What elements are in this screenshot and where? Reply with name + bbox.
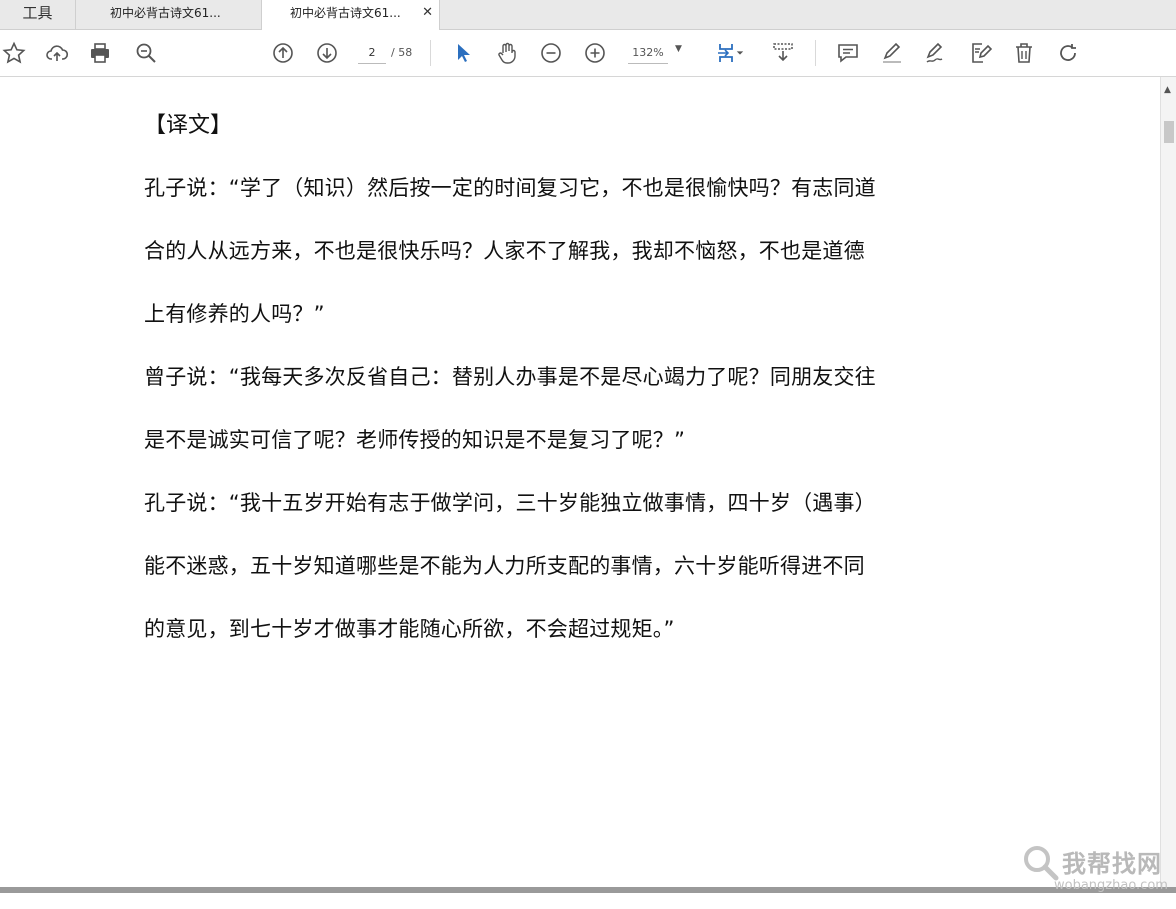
page-number-input[interactable]: 2 (358, 43, 386, 64)
close-tab-icon[interactable]: ✕ (422, 0, 433, 26)
edit-document-icon[interactable] (966, 39, 994, 67)
text-line: 合的人从远方来，不也是很快乐吗？人家不了解我，我却不恼怒，不也是道德 (144, 239, 865, 263)
zoom-in-icon[interactable] (581, 39, 609, 67)
tab-document-2-active[interactable]: 初中必背古诗文61... ✕ (262, 0, 440, 30)
watermark-url: wobangzhao.com (1054, 878, 1168, 893)
toolbar-divider (430, 40, 431, 66)
page-down-icon[interactable] (313, 39, 341, 67)
tab-bar: 工具 初中必背古诗文61... 初中必背古诗文61... ✕ (0, 0, 1176, 30)
zoom-out-icon[interactable] (537, 39, 565, 67)
tab-tools[interactable]: 工具 (0, 0, 76, 29)
text-line: 能不迷惑，五十岁知道哪些是不能为人力所支配的事情，六十岁能听得进不同 (144, 554, 865, 578)
text-line: 曾子说：“我每天多次反省自己：替别人办事是不是尽心竭力了呢？同朋友交往 (144, 365, 876, 389)
scroll-up-arrow-icon[interactable]: ▲ (1164, 85, 1171, 95)
text-line: 孔子说：“我十五岁开始有志于做学问，三十岁能独立做事情，四十岁（遇事） (144, 491, 876, 515)
comment-icon[interactable] (834, 39, 862, 67)
rotate-icon[interactable] (1054, 39, 1082, 67)
delete-icon[interactable] (1010, 39, 1038, 67)
section-heading: 【译文】 (144, 113, 233, 138)
print-icon[interactable] (86, 39, 114, 67)
text-line: 上有修养的人吗？” (144, 302, 325, 326)
vertical-scrollbar[interactable]: ▲ (1160, 77, 1176, 887)
magnifier-icon (1024, 846, 1059, 881)
document-page: 【译文】 孔子说：“学了（知识）然后按一定的时间复习它，不也是很愉快吗？有志同道… (0, 77, 1160, 887)
select-cursor-icon[interactable] (449, 39, 477, 67)
bottom-strip (0, 893, 1176, 909)
page-up-icon[interactable] (269, 39, 297, 67)
fit-page-dropdown-icon[interactable] (733, 39, 747, 67)
scroll-mode-icon[interactable] (769, 39, 797, 67)
sign-icon[interactable] (922, 39, 950, 67)
watermark-text: 我帮找网 (1062, 850, 1162, 878)
toolbar-divider (815, 40, 816, 66)
zoom-level-input[interactable]: 132% (628, 43, 668, 64)
zoom-dropdown-chevron-icon[interactable]: ▼ (675, 44, 682, 54)
text-line: 的意见，到七十岁才做事才能随心所欲，不会超过规矩。” (144, 617, 675, 641)
cloud-upload-icon[interactable] (43, 39, 71, 67)
highlight-icon[interactable] (878, 39, 906, 67)
tab-document-1[interactable]: 初中必背古诗文61... (76, 0, 262, 29)
zoom-search-icon[interactable] (132, 39, 160, 67)
toolbar: 2 / 58 132% ▼ (0, 30, 1176, 77)
star-icon[interactable] (0, 39, 28, 67)
tab-document-1-label: 初中必背古诗文61... (110, 6, 221, 20)
scrollbar-thumb[interactable] (1164, 121, 1174, 143)
watermark: 我帮找网 wobangzhao.com (1022, 840, 1172, 900)
text-line: 孔子说：“学了（知识）然后按一定的时间复习它，不也是很愉快吗？有志同道 (144, 176, 876, 200)
page-total: / 58 (391, 46, 413, 59)
hand-icon[interactable] (493, 39, 521, 67)
tab-document-2-label: 初中必背古诗文61... (290, 6, 401, 20)
text-line: 是不是诚实可信了呢？老师传授的知识是不是复习了呢？” (144, 428, 686, 452)
